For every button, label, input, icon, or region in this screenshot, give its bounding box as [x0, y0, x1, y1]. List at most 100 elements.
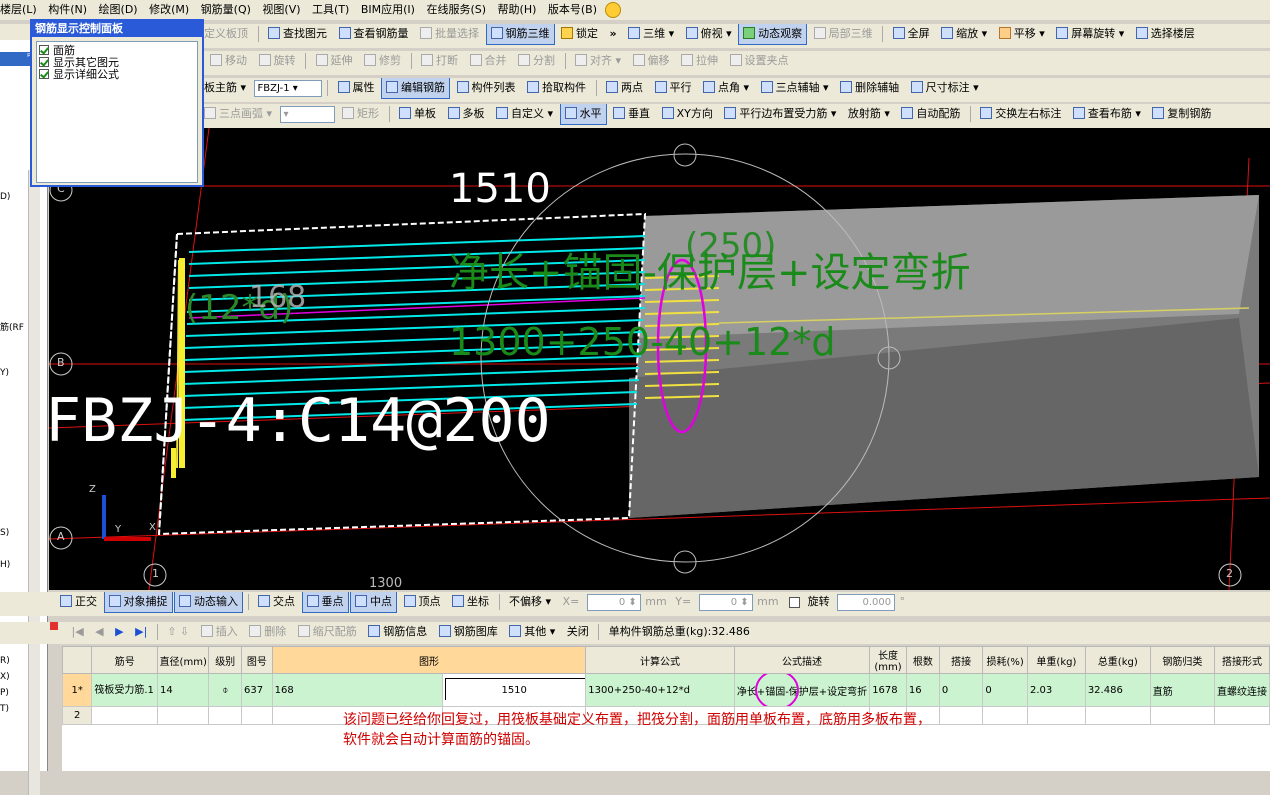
col-figure-no[interactable]: 图号: [241, 646, 273, 674]
toolbar-overflow[interactable]: »: [606, 24, 621, 44]
trim-button[interactable]: 修剪: [360, 51, 405, 71]
copy-rebar-button[interactable]: 复制钢筋: [1148, 104, 1215, 124]
left-nav-item[interactable]: S): [0, 528, 9, 538]
delete-button[interactable]: 删除: [245, 622, 290, 642]
orbit-handle-top[interactable]: [673, 143, 697, 167]
split-button[interactable]: 分割: [514, 51, 559, 71]
component-type-select[interactable]: 板主筋 ▾: [200, 78, 250, 98]
swap-labels-button[interactable]: 交换左右标注: [976, 104, 1065, 124]
left-nav-item[interactable]: P): [0, 688, 9, 698]
cell-empty[interactable]: [1027, 706, 1086, 725]
menu-bim[interactable]: BIM应用(I): [357, 0, 419, 20]
scale-rebar-button[interactable]: 缩尺配筋: [294, 622, 361, 642]
row-index[interactable]: 2: [62, 706, 93, 725]
cell-empty[interactable]: [1084, 706, 1151, 725]
perpendicular-snap-button[interactable]: 垂点: [301, 592, 349, 613]
three-point-axis-button[interactable]: 三点辅轴 ▾: [757, 78, 833, 98]
stretch-button[interactable]: 拉伸: [677, 51, 722, 71]
vertex-snap-button[interactable]: 顶点: [400, 592, 445, 612]
col-diameter[interactable]: 直径(mm): [157, 646, 210, 674]
col-grade[interactable]: 级别: [208, 646, 242, 674]
coordinate-snap-button[interactable]: 坐标: [448, 592, 493, 612]
view-rebar-qty-button[interactable]: 查看钢筋量: [335, 24, 413, 44]
3d-view-dropdown[interactable]: 三维 ▾: [624, 24, 678, 44]
align-button[interactable]: 对齐 ▾: [571, 51, 625, 71]
rectangle-button[interactable]: 矩形: [338, 104, 383, 124]
move-button[interactable]: 移动: [206, 51, 251, 71]
close-button[interactable]: 关闭: [563, 622, 593, 642]
midpoint-snap-button[interactable]: 中点: [350, 592, 397, 613]
other-dropdown[interactable]: 其他 ▾: [505, 622, 559, 642]
rebar-library-button[interactable]: 钢筋图库: [435, 622, 502, 642]
left-nav-item[interactable]: 筋(RF: [0, 320, 24, 333]
horizontal-button[interactable]: 水平: [559, 104, 607, 125]
smiley-icon[interactable]: [604, 2, 621, 18]
left-nav-item[interactable]: T): [0, 704, 9, 714]
menu-version[interactable]: 版本号(B): [544, 0, 601, 20]
xy-direction-button[interactable]: XY方向: [658, 104, 717, 124]
multi-slab-button[interactable]: 多板: [444, 104, 489, 124]
two-point-button[interactable]: 两点: [602, 78, 647, 98]
cell-length[interactable]: 1678: [869, 673, 907, 707]
screen-rotate-dropdown[interactable]: 屏幕旋转 ▾: [1052, 24, 1128, 44]
x-coord-input[interactable]: 0 ⬍: [586, 593, 641, 611]
menu-rebar[interactable]: 钢筋量(Q): [197, 0, 255, 20]
menu-component[interactable]: 构件(N): [44, 0, 91, 20]
merge-button[interactable]: 合并: [466, 51, 511, 71]
find-element-button[interactable]: 查找图元: [264, 24, 331, 44]
cell-rebar-name[interactable]: 筏板受力筋.1: [91, 673, 159, 707]
cell-empty[interactable]: [208, 706, 242, 725]
rebar-display-panel[interactable]: 钢筋显示控制面板 面筋 显示其它图元 显示详细公式: [30, 19, 204, 187]
menu-help[interactable]: 帮助(H): [494, 0, 541, 20]
ortho-button[interactable]: 正交: [56, 592, 101, 612]
left-nav-scrollbar[interactable]: [28, 170, 40, 795]
col-length[interactable]: 长度(mm): [869, 646, 907, 674]
checkbox-icon[interactable]: [39, 45, 49, 55]
cell-shape-left[interactable]: 168: [271, 673, 444, 707]
zoom-dropdown[interactable]: 缩放 ▾: [937, 24, 991, 44]
col-total-weight[interactable]: 总重(kg): [1084, 646, 1151, 674]
component-name-select[interactable]: FBZJ-1 ▾: [253, 79, 322, 97]
left-nav-item[interactable]: H): [0, 560, 10, 570]
select-floor-button[interactable]: 选择楼层: [1132, 24, 1199, 44]
object-snap-button[interactable]: 对象捕捉: [103, 592, 173, 613]
fullscreen-button[interactable]: 全屏: [889, 24, 934, 44]
local-3d-button[interactable]: 局部三维: [810, 24, 877, 44]
cell-empty[interactable]: [1149, 706, 1216, 725]
define-slab-top-button[interactable]: 定义板顶: [200, 24, 252, 44]
properties-button[interactable]: 属性: [334, 78, 379, 98]
view-layout-button[interactable]: 查看布筋 ▾: [1069, 104, 1145, 124]
break-button[interactable]: 打断: [417, 51, 462, 71]
menu-draw[interactable]: 绘图(D): [95, 0, 142, 20]
dynamic-input-button[interactable]: 动态输入: [174, 592, 243, 613]
prev-record-button[interactable]: ◀: [91, 622, 107, 642]
cell-empty[interactable]: [157, 706, 210, 725]
cell-diameter[interactable]: 14: [157, 673, 210, 707]
vertical-button[interactable]: 垂直: [609, 104, 654, 124]
col-count[interactable]: 根数: [905, 646, 940, 674]
rebar-info-button[interactable]: 钢筋信息: [364, 622, 431, 642]
last-record-button[interactable]: ▶|: [131, 622, 151, 642]
rotate-checkbox[interactable]: [789, 596, 801, 608]
set-grip-button[interactable]: 设置夹点: [726, 51, 793, 71]
edit-rebar-button[interactable]: 编辑钢筋: [381, 78, 451, 99]
component-list-button[interactable]: 构件列表: [453, 78, 520, 98]
cell-shape[interactable]: 1510: [442, 673, 587, 707]
pan-dropdown[interactable]: 平移 ▾: [995, 24, 1049, 44]
parallel-button[interactable]: 平行: [651, 78, 696, 98]
menu-online[interactable]: 在线服务(S): [422, 0, 490, 20]
rebar-3d-button[interactable]: 钢筋三维: [485, 24, 555, 45]
checkbox-icon[interactable]: [39, 57, 49, 67]
cell-lap[interactable]: 0: [938, 673, 984, 707]
batch-select-button[interactable]: 批量选择: [416, 24, 483, 44]
parallel-edge-button[interactable]: 平行边布置受力筋 ▾: [720, 104, 840, 124]
col-unit-weight[interactable]: 单重(kg): [1027, 646, 1086, 674]
3d-viewport[interactable]: 1510 (12*d) 168 (250) 净长+锚固-保护层+设定弯折 130…: [49, 128, 1270, 590]
col-formula[interactable]: 计算公式: [585, 646, 735, 674]
panel-title[interactable]: 钢筋显示控制面板: [32, 21, 202, 37]
cell-empty[interactable]: [938, 706, 984, 725]
cell-empty[interactable]: [91, 706, 159, 725]
arc-button[interactable]: 三点画弧 ▾: [200, 104, 276, 124]
table-row[interactable]: 1* 筏板受力筋.1 14 ⌽ 637 168 1510 1300+250-40…: [62, 673, 1270, 707]
insert-button[interactable]: 插入: [197, 622, 242, 642]
